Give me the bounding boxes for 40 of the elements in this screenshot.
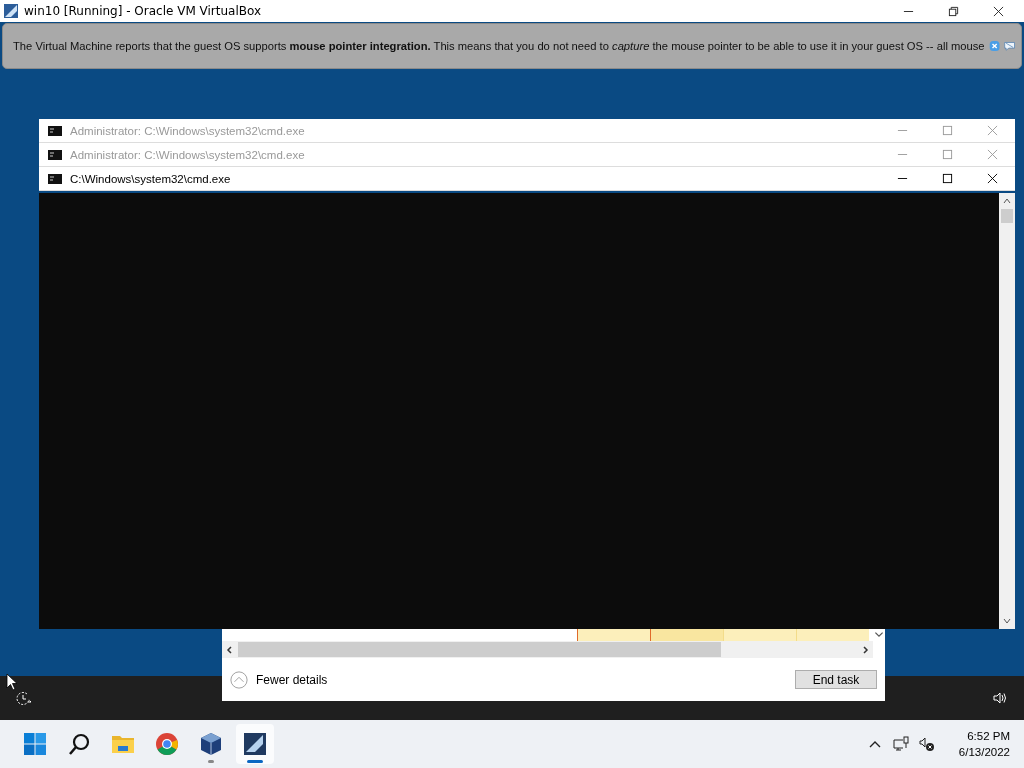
end-task-button[interactable]: End task bbox=[795, 670, 877, 689]
scroll-right-icon[interactable] bbox=[860, 644, 870, 655]
fewer-details-button[interactable]: Fewer details bbox=[230, 670, 328, 689]
browser-icon bbox=[155, 732, 179, 756]
time-text: 6:52 PM bbox=[967, 729, 1010, 744]
volume-icon[interactable] bbox=[992, 690, 1008, 706]
chevron-up-icon bbox=[230, 670, 248, 689]
app-icon bbox=[3, 3, 19, 19]
power-options-icon[interactable] bbox=[16, 690, 32, 706]
network-icon[interactable] bbox=[892, 736, 909, 752]
window-title: C:\Windows\system32\cmd.exe bbox=[70, 172, 231, 185]
taskbar-button[interactable] bbox=[236, 724, 274, 764]
vm-icon bbox=[243, 732, 267, 756]
date-text: 6/13/2022 bbox=[958, 745, 1010, 760]
console-icon bbox=[48, 173, 62, 184]
running-indicator bbox=[208, 760, 214, 763]
cube-icon bbox=[199, 732, 223, 756]
running-indicator bbox=[247, 760, 263, 763]
console-icon bbox=[48, 149, 62, 160]
volume-muted-icon[interactable] bbox=[918, 736, 935, 752]
maximize-icon[interactable] bbox=[942, 173, 953, 184]
window-title-bar[interactable]: C:\Windows\system32\cmd.exe bbox=[39, 167, 1015, 191]
close-icon[interactable] bbox=[993, 5, 1004, 17]
scroll-down-icon[interactable] bbox=[1002, 616, 1012, 626]
close-icon[interactable] bbox=[987, 173, 998, 184]
scroll-up-icon[interactable] bbox=[1002, 196, 1012, 206]
clock[interactable]: 6:52 PM 6/13/2022 bbox=[958, 728, 1010, 760]
notification-text: The Virtual Machine reports that the guest OS supports mouse pointer integration. This means that you do not need to capture the mouse pointer to be able to use it in your guest OS -- all mouse bbox=[13, 40, 985, 52]
scroll-left-icon[interactable] bbox=[225, 644, 235, 655]
console-icon bbox=[48, 125, 62, 136]
window-title: Administrator: C:\Windows\system32\cmd.exe bbox=[70, 148, 305, 161]
window-title: Administrator: C:\Windows\system32\cmd.exe bbox=[70, 124, 305, 137]
window-title: win10 [Running] - Oracle VM VirtualBox bbox=[24, 4, 262, 18]
mouse-cursor-icon bbox=[6, 673, 18, 691]
windows-logo-icon bbox=[23, 732, 47, 756]
restore-icon[interactable] bbox=[948, 5, 959, 17]
search-icon bbox=[67, 732, 91, 756]
scroll-bar[interactable] bbox=[999, 193, 1015, 629]
scroll-bar[interactable] bbox=[222, 641, 873, 658]
scroll-thumb[interactable] bbox=[1001, 209, 1013, 223]
